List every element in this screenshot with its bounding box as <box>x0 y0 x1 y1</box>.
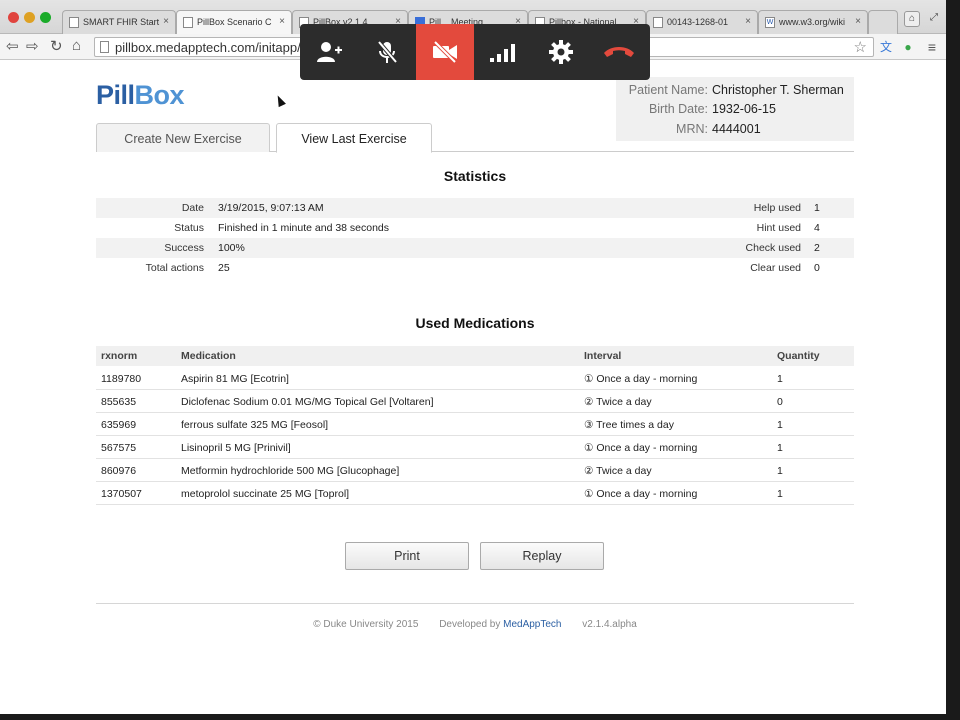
patient-name: Christopher T. Sherman <box>712 83 844 97</box>
stat-label: Total actions <box>145 262 204 274</box>
add-person-icon <box>317 42 342 62</box>
column-header: Quantity <box>777 350 820 362</box>
tab-create-new-exercise[interactable]: Create New Exercise <box>96 123 270 152</box>
browser-tab[interactable]: W www.w3.org/wiki × <box>758 10 868 34</box>
browser-tab[interactable]: SMART FHIR Start × <box>62 10 176 34</box>
table-header-row: rxnorm Medication Interval Quantity <box>96 346 854 366</box>
developer-credit: Developed by MedAppTech <box>439 619 562 630</box>
add-participant-button[interactable] <box>300 24 358 80</box>
statistics-title: Statistics <box>443 168 507 184</box>
hang-up-button[interactable] <box>590 24 648 80</box>
stat-label: Help used <box>753 202 801 214</box>
settings-button[interactable] <box>532 24 590 80</box>
user-profile-icon[interactable]: ⌂ <box>904 11 920 27</box>
table-row: 1370507 metoprolol succinate 25 MG [Topr… <box>96 482 854 505</box>
footer: © Duke University 2015 Developed by MedA… <box>96 619 854 630</box>
birth-date: 1932-06-15 <box>712 102 776 116</box>
stat-value: 2 <box>814 242 820 254</box>
close-tab-icon[interactable]: × <box>279 16 285 27</box>
stat-label: Status <box>174 222 204 234</box>
print-button[interactable]: Print <box>345 542 469 570</box>
screen-frame: SMART FHIR Start × PillBox Scenario C × … <box>0 0 946 714</box>
camera-toggle-button[interactable] <box>416 24 474 80</box>
page-icon <box>183 17 193 28</box>
stat-label: Date <box>181 202 204 214</box>
close-tab-icon[interactable]: × <box>163 16 169 27</box>
extension-icon[interactable]: ● <box>900 39 916 55</box>
footer-divider <box>96 603 854 604</box>
used-medications-title: Used Medications <box>415 315 535 331</box>
mouse-cursor-icon <box>274 93 286 108</box>
address-url[interactable]: pillbox.medapptech.com/initapp/# <box>115 40 308 55</box>
pillbox-logo: PillBox <box>96 80 185 110</box>
close-tab-icon[interactable]: × <box>745 16 751 27</box>
table-row: 1189780 Aspirin 81 MG [Ecotrin] ① Once a… <box>96 367 854 390</box>
stat-value: 0 <box>814 262 820 274</box>
page-icon <box>69 17 79 28</box>
column-header: Medication <box>181 350 236 362</box>
column-header: rxnorm <box>101 350 138 362</box>
stat-value: 25 <box>218 262 230 274</box>
browser-tab[interactable]: 00143-1268-01 × <box>646 10 758 34</box>
translate-icon[interactable]: 文 <box>878 39 894 55</box>
column-header: Interval <box>584 350 622 362</box>
table-row: 855635 Diclofenac Sodium 0.01 MG/MG Topi… <box>96 390 854 413</box>
stat-value: 100% <box>218 242 245 254</box>
mute-microphone-button[interactable] <box>358 24 416 80</box>
close-tab-icon[interactable]: × <box>855 16 861 27</box>
stat-label: Clear used <box>750 262 801 274</box>
back-icon[interactable]: ⇦ <box>6 37 19 55</box>
version-text: v2.1.4.alpha <box>582 619 637 630</box>
mic-muted-icon <box>377 40 398 64</box>
call-control-bar <box>300 24 650 80</box>
stat-value: 4 <box>814 222 820 234</box>
w3c-icon: W <box>765 17 775 28</box>
reload-icon[interactable]: ↻ <box>50 37 63 55</box>
menu-icon[interactable]: ≡ <box>924 39 940 55</box>
camera-off-icon <box>433 41 457 63</box>
stat-row: Success 100% Check used 2 <box>96 238 854 258</box>
exercise-tabs: Create New Exercise View Last Exercise <box>96 123 854 153</box>
stat-label: Check used <box>745 242 801 254</box>
hang-up-icon <box>604 47 634 57</box>
stat-value: 3/19/2015, 9:07:13 AM <box>218 202 324 214</box>
connection-quality-button[interactable] <box>474 24 532 80</box>
gear-icon <box>549 40 573 64</box>
stat-value: 1 <box>814 202 820 214</box>
patient-name-label: Patient Name: <box>628 83 708 97</box>
table-row: 860976 Metformin hydrochloride 500 MG [G… <box>96 459 854 482</box>
fullscreen-icon[interactable]: ⤢ <box>926 11 942 27</box>
minimize-window-icon[interactable] <box>24 12 35 23</box>
browser-tab-active[interactable]: PillBox Scenario C × <box>176 10 292 34</box>
stat-label: Hint used <box>756 222 801 234</box>
bookmark-star-icon[interactable]: ☆ <box>854 38 867 56</box>
developer-link[interactable]: MedAppTech <box>503 619 561 630</box>
table-row: 567575 Lisinopril 5 MG [Prinivil] ① Once… <box>96 436 854 459</box>
signal-icon <box>490 44 515 62</box>
close-window-icon[interactable] <box>8 12 19 23</box>
new-tab-button[interactable] <box>868 10 898 34</box>
stat-row: Status Finished in 1 minute and 38 secon… <box>96 218 854 238</box>
home-icon[interactable]: ⌂ <box>72 37 81 54</box>
page-icon <box>100 41 109 53</box>
stat-value: Finished in 1 minute and 38 seconds <box>218 222 390 234</box>
stat-row: Date 3/19/2015, 9:07:13 AM Help used 1 <box>96 198 854 218</box>
stat-label: Success <box>164 242 204 254</box>
replay-button[interactable]: Replay <box>480 542 604 570</box>
page-icon <box>653 17 663 28</box>
table-row: 635969 ferrous sulfate 325 MG [Feosol] ③… <box>96 413 854 436</box>
tab-view-last-exercise[interactable]: View Last Exercise <box>276 123 432 153</box>
birth-date-label: Birth Date: <box>648 102 708 116</box>
forward-icon[interactable]: ⇨ <box>26 37 39 55</box>
copyright-text: © Duke University 2015 <box>313 619 419 630</box>
maximize-window-icon[interactable] <box>40 12 51 23</box>
stat-row: Total actions 25 Clear used 0 <box>96 258 854 278</box>
